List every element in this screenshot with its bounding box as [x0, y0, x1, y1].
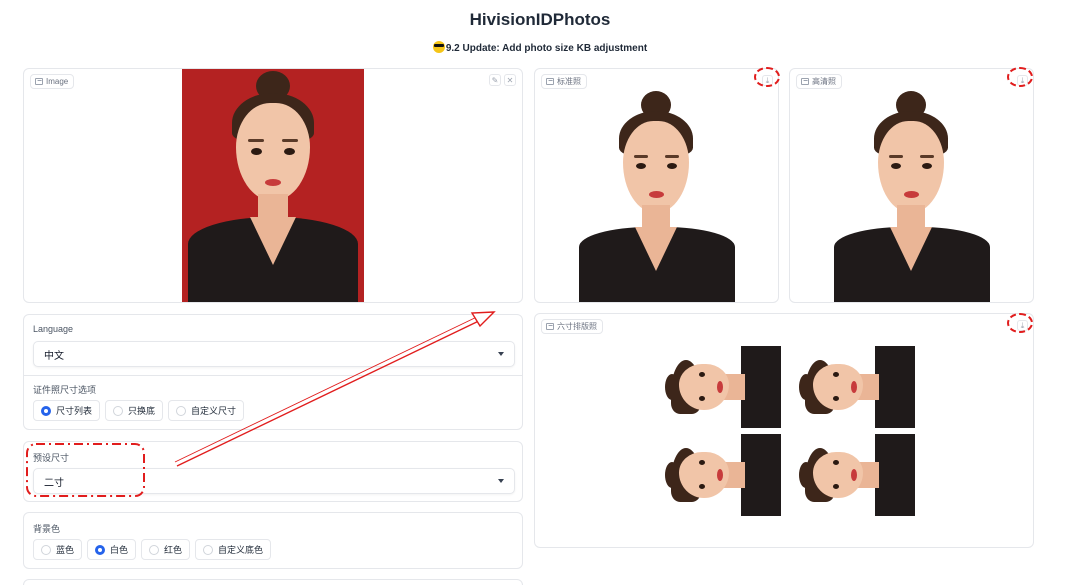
layout-sheet	[665, 346, 915, 518]
divider	[24, 375, 522, 376]
app-subtitle: 9.2 Update: Add photo size KB adjustment	[0, 41, 1080, 54]
preset-size-select[interactable]: 二寸	[33, 468, 515, 494]
image-icon	[801, 78, 809, 85]
bg-option-custom[interactable]: 自定义底色	[195, 539, 272, 560]
chevron-down-icon	[498, 479, 504, 483]
preset-size-label: 预设尺寸	[33, 453, 70, 463]
layout-photo-label-text: 六寸排版照	[557, 322, 597, 331]
radio-unselected-icon	[176, 405, 187, 416]
preset-size-panel: 预设尺寸 二寸	[23, 441, 523, 502]
input-image-label-text: Image	[46, 77, 69, 86]
radio-label: 蓝色	[56, 545, 75, 555]
radio-unselected-icon	[113, 405, 124, 416]
size-mode-label: 证件照尺寸选项	[33, 385, 97, 395]
size-mode-option-bg-only[interactable]: 只换底	[105, 400, 164, 421]
pencil-icon[interactable]: ✎	[489, 74, 501, 86]
bg-option-white[interactable]: 白色	[87, 539, 137, 560]
layout-tile	[665, 346, 781, 428]
bg-option-red[interactable]: 红色	[141, 539, 191, 560]
sunglasses-emoji-icon	[432, 41, 445, 53]
size-mode-radio-group: 尺寸列表 只换底 自定义尺寸	[33, 400, 245, 421]
radio-label: 白色	[110, 545, 129, 555]
download-icon[interactable]: ⤓	[762, 75, 773, 86]
background-color-radio-group: 蓝色 白色 红色 自定义底色	[33, 539, 272, 560]
standard-photo-label-text: 标准照	[557, 77, 581, 86]
close-icon[interactable]: ✕	[504, 74, 516, 86]
radio-label: 只换底	[128, 406, 156, 416]
background-color-panel: 背景色 蓝色 白色 红色 自定义底色	[23, 512, 523, 569]
language-label: Language	[33, 324, 74, 334]
radio-unselected-icon	[149, 544, 160, 555]
radio-unselected-icon	[41, 544, 51, 555]
radio-unselected-icon	[203, 544, 214, 555]
language-size-panel: Language 中文 证件照尺寸选项 尺寸列表 只换底 自定义尺寸	[23, 314, 523, 430]
layout-photo-label: 六寸排版照	[541, 319, 603, 334]
download-icon[interactable]: ⤓	[1017, 75, 1028, 86]
image-icon	[546, 78, 554, 85]
standard-photo-panel: 标准照 ⤓	[534, 68, 779, 303]
image-icon	[546, 323, 554, 330]
image-icon	[35, 78, 43, 85]
subtitle-text: 9.2 Update: Add photo size KB adjustment	[445, 43, 648, 54]
hd-portrait-photo	[834, 87, 990, 302]
layout-tile	[665, 434, 781, 516]
hd-photo-label: 高清照	[796, 74, 842, 89]
input-image-panel[interactable]: Image ✎ ✕	[23, 68, 523, 303]
radio-label: 尺寸列表	[56, 406, 93, 416]
radio-label: 红色	[164, 545, 183, 555]
hd-photo-label-text: 高清照	[812, 77, 836, 86]
layout-tile	[799, 434, 915, 516]
size-mode-option-list[interactable]: 尺寸列表	[33, 400, 101, 421]
hd-photo-panel: 高清照 ⤓	[789, 68, 1034, 303]
radio-selected-icon	[41, 405, 51, 416]
language-select-value: 中文	[44, 350, 64, 362]
radio-label: 自定义尺寸	[191, 406, 237, 416]
app-title: HivisionIDPhotos	[469, 10, 611, 29]
layout-photo-panel: 六寸排版照 ⤓	[534, 313, 1034, 548]
bg-option-blue[interactable]: 蓝色	[33, 539, 83, 560]
radio-label: 自定义底色	[218, 545, 264, 555]
layout-tile	[799, 346, 915, 428]
chevron-down-icon	[498, 352, 504, 356]
language-select[interactable]: 中文	[33, 341, 515, 367]
standard-portrait-photo	[579, 87, 735, 302]
preset-size-select-value: 二寸	[44, 477, 64, 489]
input-portrait-photo	[182, 69, 364, 302]
input-image-label: Image	[30, 74, 75, 89]
next-panel-edge	[23, 579, 523, 585]
radio-selected-icon	[95, 544, 106, 555]
background-color-label: 背景色	[33, 524, 61, 534]
download-icon[interactable]: ⤓	[1017, 320, 1028, 331]
standard-photo-label: 标准照	[541, 74, 587, 89]
size-mode-option-custom[interactable]: 自定义尺寸	[168, 400, 245, 421]
